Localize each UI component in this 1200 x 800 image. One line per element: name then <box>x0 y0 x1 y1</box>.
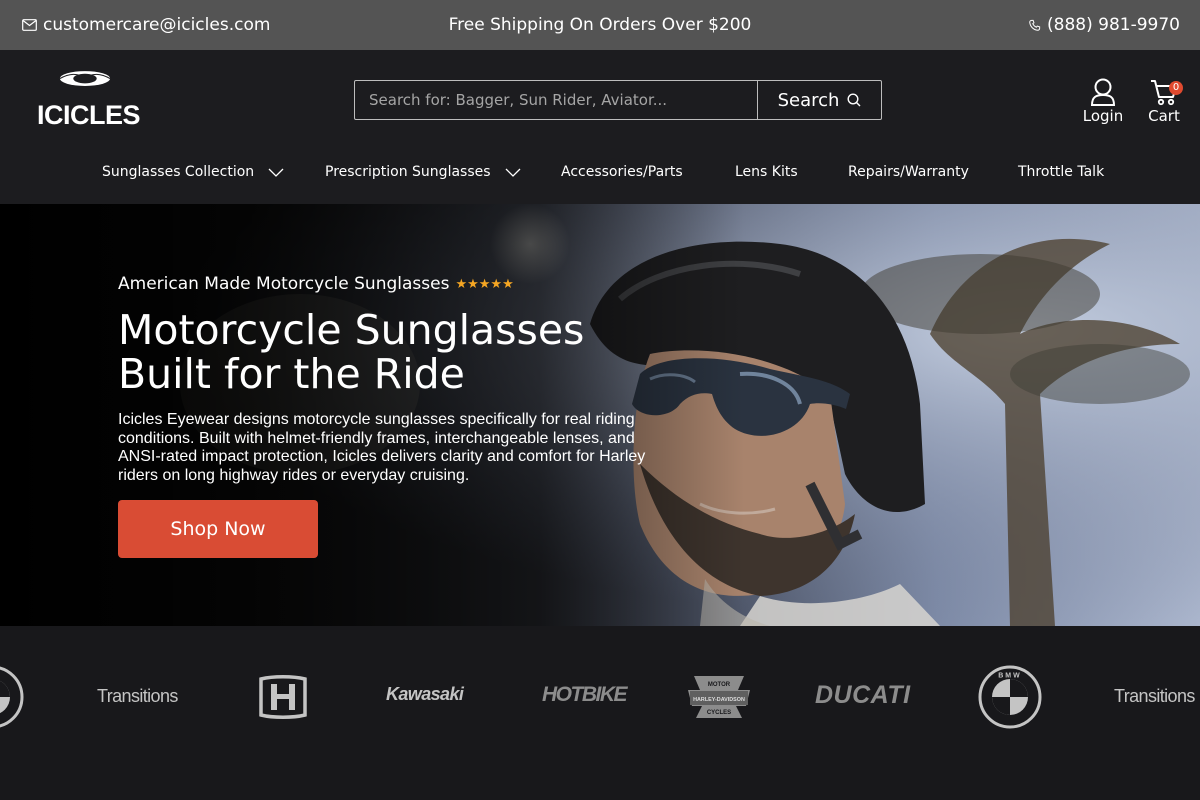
nav-item-label: Accessories/Parts <box>561 164 683 180</box>
star-icon: ★ <box>467 276 479 292</box>
search-input[interactable] <box>355 81 757 119</box>
bmw-logo <box>0 666 24 728</box>
honda-logo <box>259 675 307 719</box>
promo-text: Free Shipping On Orders Over $200 <box>448 15 752 35</box>
main-nav: Sunglasses Collection Prescription Sungl… <box>0 164 1200 184</box>
kawasaki-logo: Kawasaki <box>386 684 464 705</box>
nav-item-label: Sunglasses Collection <box>102 164 255 180</box>
hero-banner: American Made Motorcycle Sunglasses ★★★★… <box>0 204 1200 626</box>
nav-item-label: Repairs/Warranty <box>848 164 969 180</box>
transitions-logo-text: Transitions <box>97 686 178 706</box>
hotbike-logo-text: HOTBIKE <box>542 683 628 706</box>
mail-icon <box>22 19 37 31</box>
logo-wordmark[interactable]: ICICLES <box>37 100 141 131</box>
bmw-logo: BMW <box>978 665 1042 729</box>
kawasaki-logo-text: Kawasaki <box>386 684 464 704</box>
nav-item-accessories-parts[interactable]: Accessories/Parts <box>561 164 683 180</box>
cart-button[interactable]: 0 Cart <box>1143 78 1185 125</box>
harley-davidson-logo: MOTOR HARLEY-DAVIDSON CYCLES <box>688 676 750 718</box>
harley-top-text: MOTOR <box>708 682 731 688</box>
phone-text: (888) 981-9970 <box>1047 15 1180 35</box>
transitions-logo-text: Transitions <box>1114 686 1195 706</box>
hero-headline-line1: Motorcycle Sunglasses <box>118 306 585 354</box>
star-icon: ★ <box>502 276 514 292</box>
hotbike-logo: HOTBIKE <box>542 683 628 707</box>
ducati-logo: DUCATI <box>815 681 911 710</box>
phone-link[interactable]: (888) 981-9970 <box>1028 15 1180 35</box>
hero-headline-line2: Built for the Ride <box>118 350 465 398</box>
star-icon: ★ <box>490 276 503 292</box>
chevron-down-icon <box>268 168 284 177</box>
search-icon <box>847 93 861 107</box>
transitions-logo: Transitions <box>1114 686 1195 707</box>
nav-item-prescription-sunglasses[interactable]: Prescription Sunglasses <box>325 164 521 180</box>
shop-now-label: Shop Now <box>170 518 266 540</box>
cart-label: Cart <box>1148 107 1180 125</box>
ducati-logo-text: DUCATI <box>815 681 911 709</box>
chevron-down-icon <box>505 168 521 177</box>
login-button[interactable]: Login <box>1081 78 1125 125</box>
nav-item-throttle-talk[interactable]: Throttle Talk <box>1018 164 1104 180</box>
hero-headline: Motorcycle Sunglasses Built for the Ride <box>118 308 678 396</box>
harley-middle-text: HARLEY-DAVIDSON <box>693 697 745 703</box>
site-header: ICICLES Search Login 0 Cart Sunglasses C… <box>0 50 1200 204</box>
search-bar: Search <box>354 80 882 120</box>
hero-kicker-text: American Made Motorcycle Sunglasses <box>118 274 450 294</box>
shop-now-button[interactable]: Shop Now <box>118 500 318 558</box>
nav-item-label: Lens Kits <box>735 164 798 180</box>
brand-logo-strip: Transitions Kawasaki HOTBIKE MOTOR HARLE… <box>0 626 1200 800</box>
harley-bottom-text: CYCLES <box>707 710 731 716</box>
search-button[interactable]: Search <box>757 81 881 119</box>
nav-item-label: Throttle Talk <box>1018 164 1105 180</box>
transitions-logo: Transitions <box>97 686 178 707</box>
login-label: Login <box>1082 107 1124 125</box>
star-icon: ★ <box>455 276 468 292</box>
search-button-label: Search <box>777 89 840 111</box>
user-icon <box>1090 78 1116 106</box>
phone-icon <box>1029 19 1041 31</box>
nav-item-repairs-warranty[interactable]: Repairs/Warranty <box>848 164 969 180</box>
icicles-logo-mark[interactable] <box>36 70 134 102</box>
email-text: customercare@icicles.com <box>43 15 271 35</box>
top-bar: customercare@icicles.com Free Shipping O… <box>0 0 1200 50</box>
star-icon: ★ <box>478 276 491 292</box>
hero-kicker: American Made Motorcycle Sunglasses ★★★★… <box>118 274 514 294</box>
rating-stars: ★★★★★ <box>455 277 513 292</box>
bmw-logo-text: BMW <box>998 673 1022 680</box>
hero-description: Icicles Eyewear designs motorcycle sungl… <box>118 411 646 484</box>
nav-item-sunglasses-collection[interactable]: Sunglasses Collection <box>102 164 284 180</box>
cart-count-badge: 0 <box>1169 81 1183 95</box>
nav-item-label: Prescription Sunglasses <box>325 164 491 180</box>
nav-item-lens-kits[interactable]: Lens Kits <box>735 164 798 180</box>
email-link[interactable]: customercare@icicles.com <box>22 15 270 35</box>
